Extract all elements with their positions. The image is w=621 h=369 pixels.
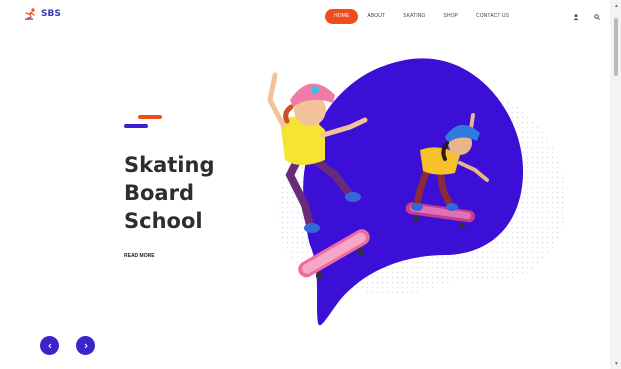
header: SBS HOME ABOUT SKATING SHOP CONTACT US: [0, 0, 608, 32]
brand-name: SBS: [41, 9, 61, 19]
main-nav: HOME ABOUT SKATING SHOP CONTACT US: [325, 9, 518, 24]
nav-about[interactable]: ABOUT: [358, 9, 394, 24]
slider-prev-button[interactable]: [40, 336, 59, 355]
logo[interactable]: SBS: [22, 8, 61, 20]
scroll-thumb[interactable]: [614, 18, 618, 76]
nav-shop[interactable]: SHOP: [434, 9, 467, 24]
nav-contact-us[interactable]: CONTACT US: [467, 9, 518, 24]
hero-title: Skating Board School: [124, 151, 214, 235]
scroll-up-icon[interactable]: ▲: [614, 3, 619, 9]
read-more-link[interactable]: READ MORE: [124, 253, 155, 259]
arrow-left-icon: [47, 343, 51, 348]
page: SBS HOME ABOUT SKATING SHOP CONTACT US ▲…: [0, 0, 621, 369]
decorative-accent-lines: [124, 115, 162, 128]
hero-title-line: Board: [124, 181, 194, 205]
arrow-right-icon: [84, 343, 88, 348]
hero-illustration: [267, 58, 567, 326]
slider-next-button[interactable]: [76, 336, 95, 355]
skater-logo-icon: [25, 8, 35, 20]
hero-title-line: Skating: [124, 153, 215, 177]
scroll-down-icon[interactable]: ▼: [614, 361, 619, 367]
scrollbar[interactable]: ▲ ▼: [610, 0, 621, 369]
nav-home[interactable]: HOME: [325, 9, 359, 24]
nav-skating[interactable]: SKATING: [394, 9, 434, 24]
search-icon[interactable]: [592, 12, 602, 22]
user-icon[interactable]: [571, 12, 581, 22]
hero-title-line: School: [124, 209, 203, 233]
